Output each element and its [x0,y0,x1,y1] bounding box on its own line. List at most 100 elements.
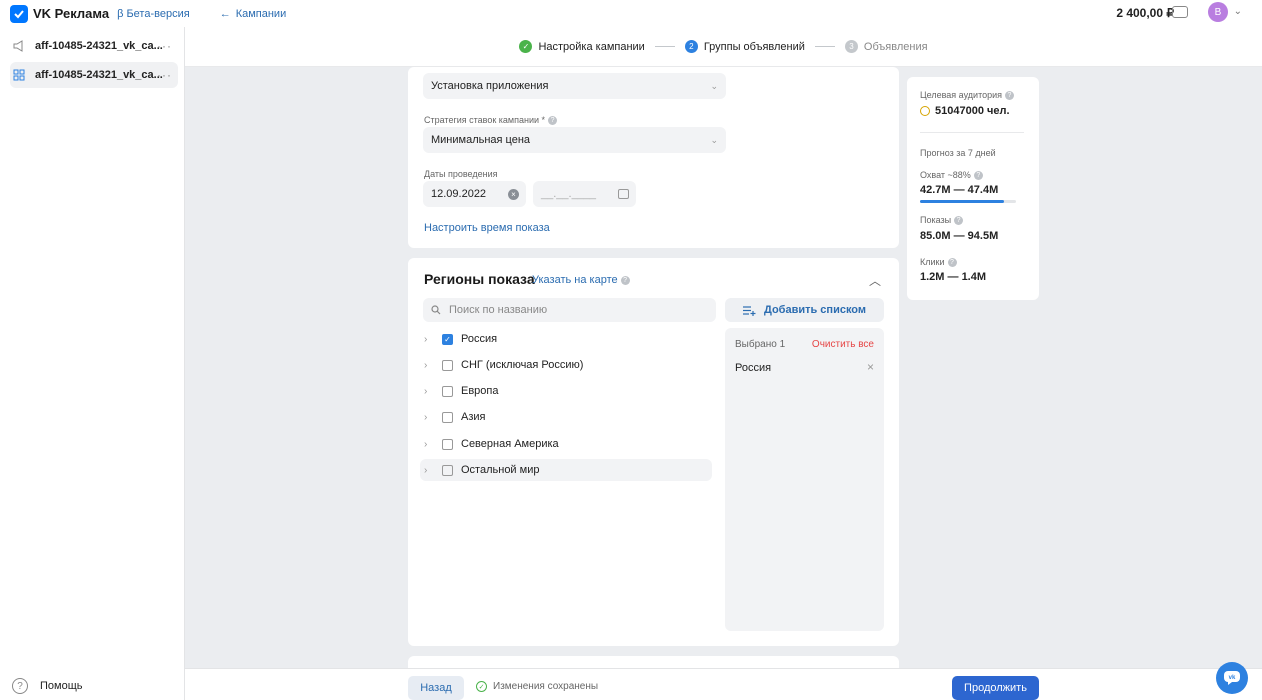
step-ads[interactable]: 3 Объявления [844,40,928,53]
sidebar-item-label: aff-10485-24321_vk_ca... [35,69,163,81]
back-to-campaigns-link[interactable]: ← Кампании [220,8,287,20]
checkbox[interactable]: ✓ [442,333,453,345]
chevron-right-icon[interactable]: › [424,360,434,371]
objective-value: Установка приложения [431,80,549,92]
selected-regions-panel: Выбрано 1 Очистить все Россия × [725,328,884,631]
svg-text:vk: vk [1229,675,1236,681]
region-search-input[interactable]: Поиск по названию [423,298,716,322]
question-icon[interactable]: ? [973,171,983,181]
top-bar: VK Реклама β Бета-версия ← Кампании 2 40… [0,0,1262,27]
region-item[interactable]: › Северная Америка [424,433,559,455]
reach-bar [920,200,1016,203]
save-status-text: Изменения сохранены [493,681,599,692]
step-campaign-settings[interactable]: ✓ Настройка кампании [519,40,645,53]
map-link-label: Указать на карте [532,274,618,286]
impressions-value: 85.0M — 94.5M [920,230,999,242]
chevron-right-icon[interactable]: › [424,439,434,450]
checkbox[interactable] [442,411,453,423]
calendar-icon[interactable] [618,189,629,199]
date-end-placeholder: __.__.____ [541,188,597,200]
checkbox[interactable] [442,385,453,397]
step-divider [654,46,675,47]
clicks-value: 1.2M — 1.4M [920,271,987,283]
clear-icon[interactable]: × [508,188,519,200]
stepper: ✓ Настройка кампании 2 Группы объявлений… [185,27,1262,67]
region-label: Северная Америка [461,438,559,450]
bottom-bar: Назад ✓ Изменения сохранены Продолжить [185,668,1262,700]
back-button[interactable]: Назад [408,676,464,700]
audience-label: Целевая аудитория? [920,90,1014,101]
map-link[interactable]: Указать на карте? [532,274,630,286]
add-list-label: Добавить списком [763,304,867,316]
chevron-right-icon[interactable]: › [424,412,434,423]
region-label: Азия [461,411,486,423]
audience-value-text: 51047000 чел. [935,105,1010,117]
question-icon[interactable]: ? [1005,91,1014,101]
sidebar: aff-10485-24321_vk_ca... ··· aff-10485-2… [0,27,185,700]
selected-region: Россия [735,362,772,374]
reach-bar-fill [920,200,1005,203]
checkbox[interactable] [442,359,453,371]
grid-icon [13,69,25,81]
impressions-label-text: Показы [920,215,952,225]
checkbox[interactable] [442,438,453,450]
region-item[interactable]: › ✓ Россия [424,328,497,350]
arrow-left-icon: ← [219,7,231,20]
reach-label: Охват ~88%? [920,170,983,181]
region-item[interactable]: › Остальной мир [420,459,712,481]
help-label: Помощь [40,680,83,692]
wallet-icon[interactable] [1172,6,1188,18]
back-to-campaigns-label: Кампании [235,7,287,20]
step-ad-groups[interactable]: 2 Группы объявлений [684,40,805,53]
question-icon[interactable]: ? [620,275,630,285]
objective-select[interactable]: Установка приложения ⌄ [423,73,726,99]
chevron-down-icon[interactable]: ⌄ [1234,6,1242,17]
collapse-chevron-icon[interactable]: ︿ [869,272,881,289]
step-label: Настройка кампании [538,40,645,53]
strategy-label: Стратегия ставок кампании *? [424,115,558,126]
chevron-right-icon[interactable]: › [424,386,434,397]
sidebar-item-campaign[interactable]: aff-10485-24321_vk_ca... ··· [10,33,178,59]
date-start-value: 12.09.2022 [431,188,487,200]
save-status: ✓ Изменения сохранены [476,681,598,692]
vk-chat-icon[interactable]: vk [1216,662,1248,694]
configure-time-link[interactable]: Настроить время показа [424,222,550,234]
more-icon[interactable]: ··· [157,68,172,82]
question-icon[interactable]: ? [548,116,558,126]
reach-label-text: Охват ~88% [920,170,971,180]
question-icon[interactable]: ? [947,258,957,268]
date-end-input[interactable]: __.__.____ [533,181,636,207]
region-label: СНГ (исключая Россию) [461,359,584,371]
dates-label: Даты проведения [424,169,498,179]
step-label: Группы объявлений [703,40,805,53]
help-link[interactable]: ? Помощь [12,678,83,694]
avatar[interactable]: В [1208,2,1228,22]
clear-all-link[interactable]: Очистить все [812,339,874,350]
search-placeholder: Поиск по названию [449,304,548,316]
region-item[interactable]: › Азия [424,406,485,428]
region-label: Европа [461,385,499,397]
strategy-select[interactable]: Минимальная цена ⌄ [423,127,726,153]
chevron-right-icon[interactable]: › [424,465,434,476]
more-icon[interactable]: ··· [157,39,172,53]
warning-icon [920,106,930,116]
step-number: 3 [844,40,858,53]
sidebar-item-ad-group[interactable]: aff-10485-24321_vk_ca... ··· [10,62,178,88]
add-list-button[interactable]: Добавить списком [725,298,884,322]
beta-badge[interactable]: β Бета-версия [117,8,190,20]
list-add-icon [742,305,756,316]
date-start-input[interactable]: 12.09.2022 × [423,181,526,207]
checkbox[interactable] [442,464,453,476]
audience-forecast-panel: Целевая аудитория? 51047000 чел. Прогноз… [907,77,1039,300]
region-label: Остальной мир [461,464,540,476]
continue-button[interactable]: Продолжить [952,676,1039,700]
brand-name[interactable]: VK Реклама [33,6,109,21]
question-icon[interactable]: ? [954,216,964,226]
remove-icon[interactable]: × [867,360,874,374]
region-item[interactable]: › Европа [424,380,499,402]
region-item[interactable]: › СНГ (исключая Россию) [424,354,583,376]
chevron-right-icon[interactable]: › [424,334,434,345]
vk-ads-logo-icon[interactable] [10,4,28,23]
forecast-label: Прогноз за 7 дней [920,148,996,158]
chevron-down-icon: ⌄ [710,80,718,91]
